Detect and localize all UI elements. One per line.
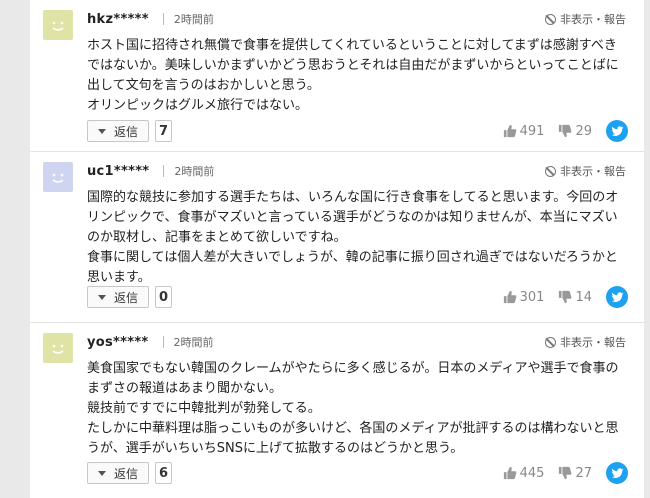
twitter-icon [611, 467, 623, 478]
comment-footer: 返信 6 445 27 [87, 460, 628, 486]
timestamp: 2時間前 [174, 165, 215, 178]
username-link[interactable]: yos***** [87, 335, 149, 350]
avatar[interactable] [43, 10, 73, 40]
comment-body: ホスト国に招待され無償で食事を提供してくれているということに対してまずは感謝すべ… [87, 38, 619, 113]
comment-header: uc1***** 2時間前 [87, 163, 214, 179]
dislike-button[interactable]: 29 [558, 124, 592, 139]
smiley-avatar-icon [52, 344, 64, 354]
comment-footer: 返信 7 491 29 [87, 118, 628, 144]
comment-body: 美食国家でもない韓国のクレームがやたらに多く感じるが。日本のメディアや選手で食事… [87, 361, 619, 456]
reply-button[interactable]: 返信 [87, 120, 149, 142]
reply-label: 返信 [113, 466, 138, 481]
hide-report-icon [545, 336, 556, 348]
vote-group: 445 27 [503, 462, 628, 484]
like-count: 445 [519, 465, 545, 481]
thumbs-up-icon [503, 466, 517, 480]
reply-count: 7 [155, 120, 173, 142]
divider [163, 165, 165, 177]
timestamp: 2時間前 [173, 336, 214, 349]
twitter-share-button[interactable] [606, 462, 628, 484]
vote-group: 301 14 [503, 286, 628, 308]
reply-label: 返信 [113, 290, 138, 305]
twitter-share-button[interactable] [606, 120, 628, 142]
divider [162, 13, 164, 25]
thumbs-down-icon [559, 290, 572, 304]
reply-dropdown-icon [97, 470, 106, 476]
hide-report-button[interactable]: 非表示・報告 [545, 11, 626, 27]
dislike-count: 27 [575, 465, 592, 481]
reply-dropdown-icon [97, 128, 106, 134]
username-link[interactable]: uc1***** [87, 164, 149, 179]
like-button[interactable]: 445 [503, 465, 545, 481]
hide-report-button[interactable]: 非表示・報告 [545, 334, 626, 350]
dislike-count: 29 [575, 123, 592, 139]
thumbs-down-icon [559, 466, 572, 480]
twitter-share-button[interactable] [606, 286, 628, 308]
hide-report-label: 非表示・報告 [560, 336, 626, 349]
comment-header: yos***** 2時間前 [87, 334, 214, 350]
hide-report-button[interactable]: 非表示・報告 [545, 163, 626, 179]
reply-dropdown-icon [97, 294, 106, 300]
thumbs-up-icon [503, 124, 517, 138]
dislike-button[interactable]: 14 [558, 290, 592, 305]
smiley-avatar-icon [52, 173, 64, 183]
like-count: 491 [519, 123, 545, 139]
thumbs-down-icon [559, 124, 572, 138]
like-button[interactable]: 491 [503, 123, 545, 139]
hide-report-label: 非表示・報告 [560, 13, 626, 26]
comment-item: hkz***** 2時間前 非表示・報告 ホスト国に招待され無償で食事を提供して… [30, 0, 644, 152]
dislike-count: 14 [575, 289, 592, 305]
username-link[interactable]: hkz***** [87, 12, 149, 27]
hide-report-icon [545, 165, 556, 177]
reply-label: 返信 [113, 124, 138, 139]
divider [162, 336, 164, 348]
avatar[interactable] [43, 162, 73, 192]
like-count: 301 [519, 289, 545, 305]
comment-item: yos***** 2時間前 非表示・報告 美食国家でもない韓国のクレームがやたら… [30, 323, 644, 498]
comment-list: hkz***** 2時間前 非表示・報告 ホスト国に招待され無償で食事を提供して… [30, 0, 644, 498]
reply-button[interactable]: 返信 [87, 462, 149, 484]
thumbs-up-icon [503, 290, 517, 304]
like-button[interactable]: 301 [503, 289, 545, 305]
comment-body: 国際的な競技に参加する選手たちは、いろんな国に行き食事をしてると思います。今回の… [87, 190, 619, 285]
reply-button[interactable]: 返信 [87, 286, 149, 308]
comment-header: hkz***** 2時間前 [87, 11, 214, 27]
avatar[interactable] [43, 333, 73, 363]
timestamp: 2時間前 [173, 13, 214, 26]
dislike-button[interactable]: 27 [558, 466, 592, 481]
twitter-icon [611, 291, 623, 302]
comment-footer: 返信 0 301 14 [87, 284, 628, 310]
reply-count: 0 [155, 286, 173, 308]
vote-group: 491 29 [503, 120, 628, 142]
smiley-avatar-icon [52, 21, 64, 31]
hide-report-label: 非表示・報告 [560, 165, 626, 178]
twitter-icon [611, 125, 623, 136]
comment-item: uc1***** 2時間前 非表示・報告 国際的な競技に参加する選手たちは、いろ… [30, 152, 644, 323]
reply-count: 6 [155, 462, 173, 484]
hide-report-icon [545, 13, 556, 25]
